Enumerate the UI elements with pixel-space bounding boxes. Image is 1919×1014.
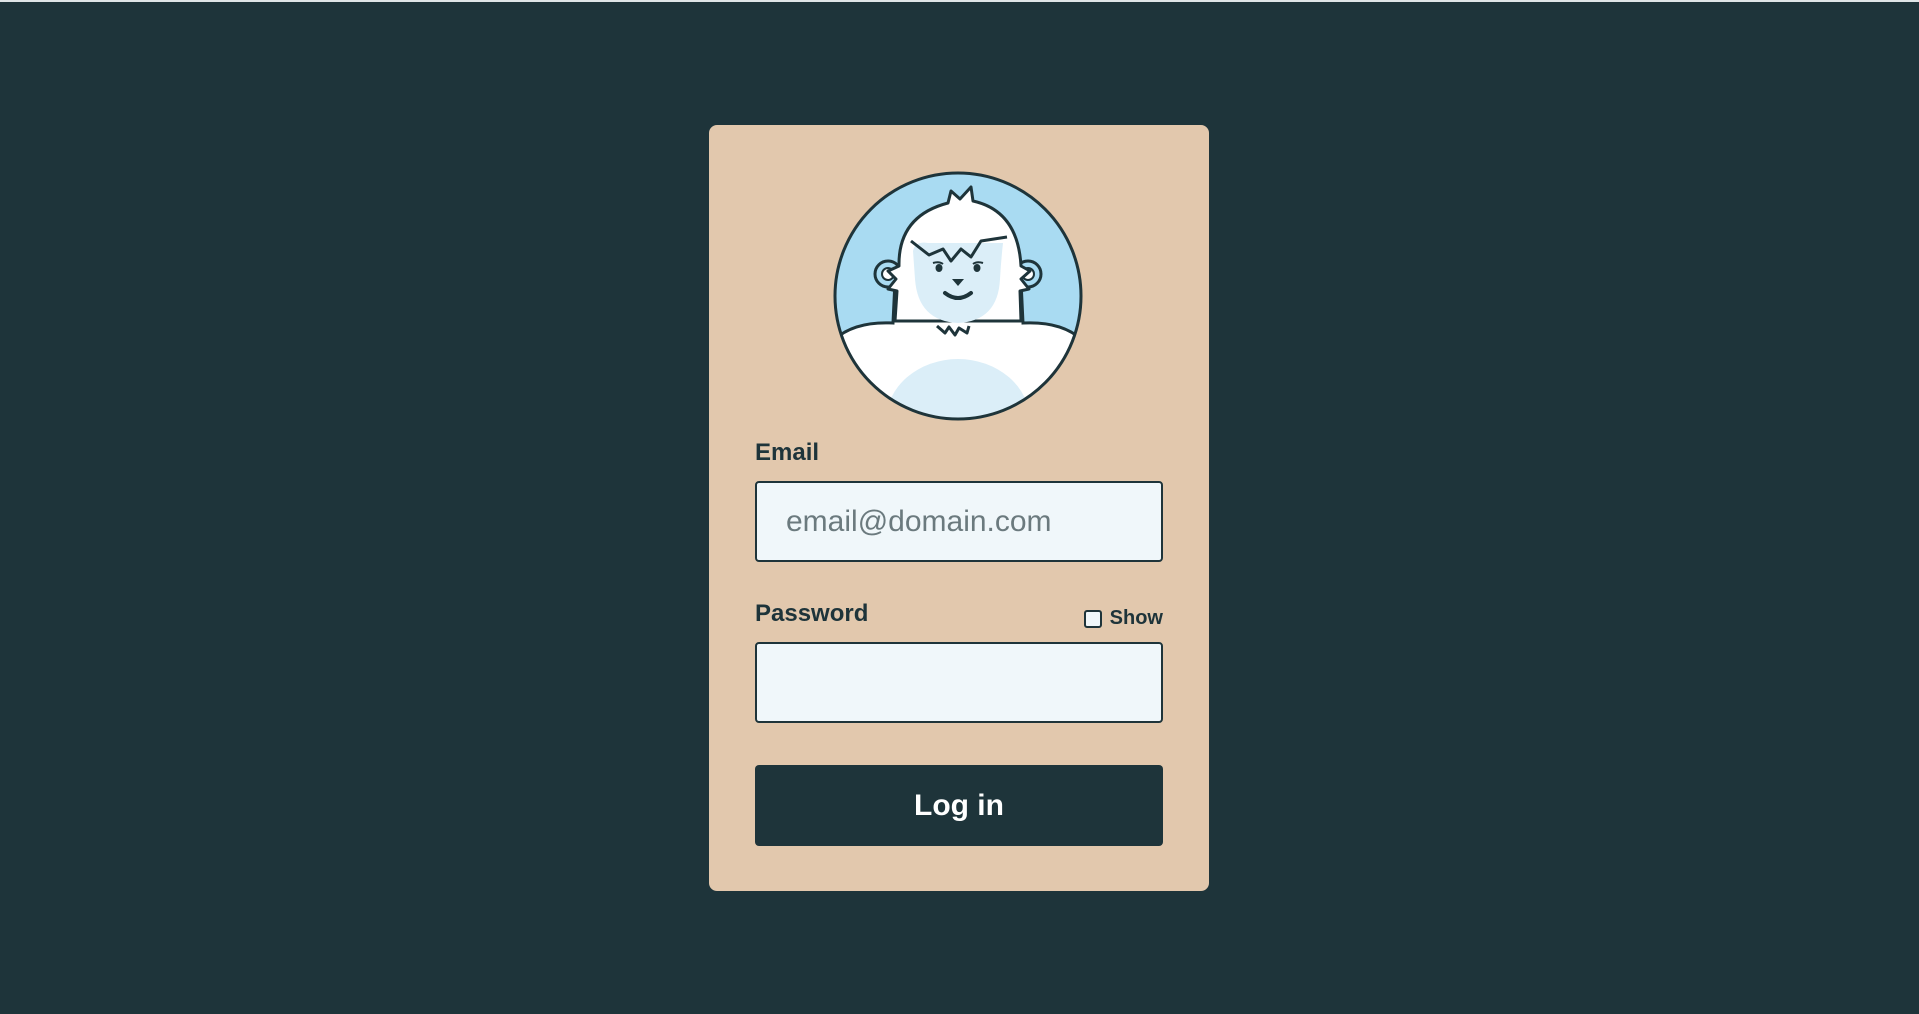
show-password-label: Show (1109, 607, 1163, 629)
login-card: Email Password Show Log in (709, 125, 1209, 891)
password-field[interactable] (755, 642, 1163, 723)
show-password-checkbox[interactable] (1083, 609, 1102, 628)
login-button[interactable]: Log in (755, 765, 1163, 846)
email-label: Email (755, 439, 820, 466)
email-field[interactable] (755, 481, 1163, 562)
top-border (0, 0, 1919, 2)
show-password-toggle[interactable]: Show (1083, 607, 1163, 630)
password-label: Password (755, 600, 869, 627)
yeti-avatar-icon (833, 171, 1083, 421)
